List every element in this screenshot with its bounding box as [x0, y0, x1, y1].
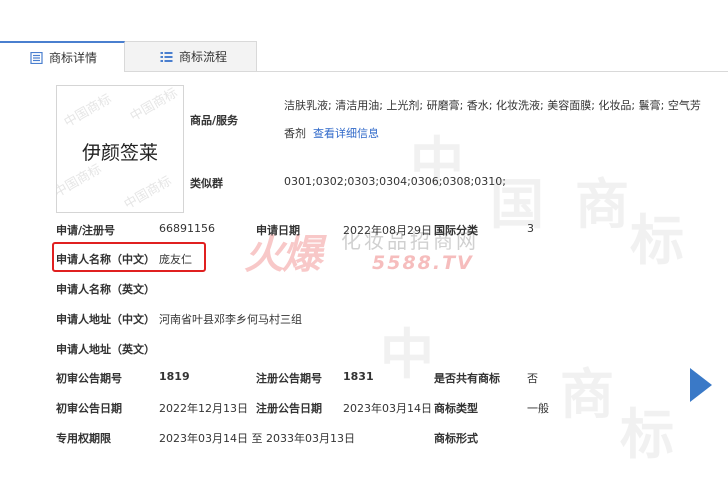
address-en-label: 申请人地址（英文） [56, 343, 155, 356]
view-details-link[interactable]: 查看详细信息 [313, 125, 379, 141]
prelim-no-value: 1819 [159, 370, 190, 383]
trademark-name: 伊颜签莱 [81, 142, 158, 164]
applicant-cn-label: 申请人名称（中文） [56, 253, 155, 266]
trademark-watermark: 中国商标 [127, 85, 181, 125]
reg-no-value: 66891156 [159, 222, 215, 235]
next-arrow-icon[interactable] [690, 368, 712, 402]
goods-services-value: 洁肤乳液; 清洁用油; 上光剂; 研磨膏; 香水; 化妆洗液; 美容面膜; 化妆… [284, 99, 701, 112]
tab-trademark-process[interactable]: 商标流程 [125, 41, 257, 71]
trademark-watermark: 中国商标 [61, 91, 115, 131]
intl-class-label: 国际分类 [434, 224, 478, 237]
background-watermark: 中 [380, 323, 434, 386]
tm-type-value: 一般 [527, 402, 549, 415]
similar-group-label: 类似群 [190, 177, 223, 190]
background-watermark: 标 [620, 403, 674, 466]
goods-services-label: 商品/服务 [190, 114, 239, 127]
prelim-date-label: 初审公告日期 [56, 402, 122, 415]
background-watermark: 国 [490, 173, 544, 236]
tab-trademark-details[interactable]: 商标详情 [0, 41, 125, 72]
site-watermark-url: 5588.TV [372, 252, 474, 274]
prelim-date-value: 2022年12月13日 [159, 402, 248, 415]
tab-label: 商标流程 [179, 50, 228, 64]
apply-date-value: 2022年08月29日 [343, 224, 432, 237]
prelim-no-label: 初审公告期号 [56, 372, 122, 385]
background-watermark: 商 [575, 173, 629, 236]
address-cn-value: 河南省叶县邓李乡何马村三组 [159, 313, 302, 326]
intl-class-value: 3 [527, 222, 534, 235]
similar-group-value: 0301;0302;0303;0304;0306;0308;0310; [284, 175, 506, 188]
tab-bar: 商标详情 商标流程 [0, 41, 728, 72]
reg-notice-date-value: 2023年03月14日 [343, 402, 432, 415]
exclusive-period-label: 专用权期限 [56, 432, 111, 445]
reg-notice-no-label: 注册公告期号 [256, 372, 322, 385]
shared-label: 是否共有商标 [434, 372, 500, 385]
trademark-image: 中国商标 中国商标 中国商标 中国商标 伊颜签莱 [56, 85, 184, 213]
reg-notice-no-value: 1831 [343, 370, 374, 383]
reg-no-label: 申请/注册号 [56, 224, 116, 237]
list-icon [160, 51, 173, 62]
applicant-cn-value: 庞友仁 [159, 253, 192, 266]
tab-label: 商标详情 [49, 51, 98, 65]
trademark-watermark: 中国商标 [121, 173, 175, 213]
apply-date-label: 申请日期 [256, 224, 300, 237]
reg-notice-date-label: 注册公告日期 [256, 402, 322, 415]
applicant-en-label: 申请人名称（英文） [56, 283, 155, 296]
tm-form-label: 商标形式 [434, 432, 478, 445]
document-icon [30, 51, 43, 64]
shared-value: 否 [527, 372, 538, 385]
background-watermark: 商 [560, 363, 614, 426]
tm-type-label: 商标类型 [434, 402, 478, 415]
goods-services-value-line2: 香剂 [284, 127, 306, 140]
address-cn-label: 申请人地址（中文） [56, 313, 155, 326]
background-watermark: 标 [630, 209, 684, 272]
exclusive-period-value: 2023年03月14日 至 2033年03月13日 [159, 432, 355, 445]
